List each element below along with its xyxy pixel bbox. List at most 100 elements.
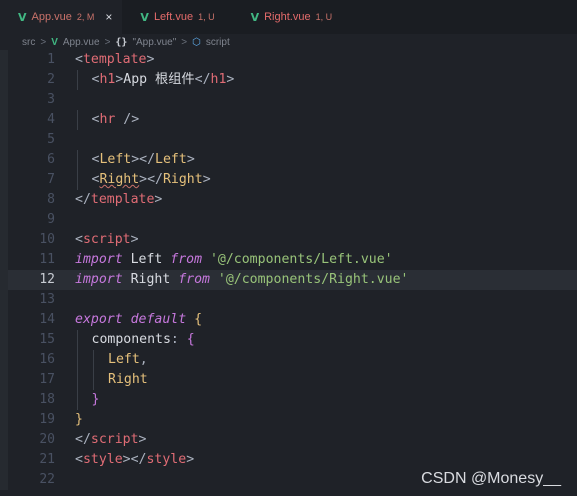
- code-line[interactable]: 16 Left,: [0, 350, 577, 370]
- chevron-right-icon: >: [181, 36, 188, 48]
- line-number: 6: [47, 152, 55, 167]
- code-line[interactable]: 9: [0, 210, 577, 230]
- code-text: import Left from '@/components/Left.vue': [75, 250, 393, 270]
- code-token: ></: [139, 172, 163, 187]
- code-token: script: [90, 432, 139, 447]
- code-token: style: [146, 452, 187, 467]
- line-number: 13: [39, 292, 55, 307]
- code-line[interactable]: 18}: [0, 390, 577, 410]
- code-token: }: [91, 392, 100, 407]
- indent-guide: [77, 70, 78, 90]
- line-number: 7: [47, 172, 55, 187]
- code-text: </script>: [75, 430, 146, 450]
- code-line[interactable]: 5: [0, 130, 577, 150]
- code-token: Left: [122, 252, 171, 267]
- code-line[interactable]: 13: [0, 290, 577, 310]
- code-line[interactable]: 6 <Left></Left>: [0, 150, 577, 170]
- code-token: template: [82, 52, 147, 67]
- code-token: <: [75, 52, 83, 67]
- line-number: 2: [47, 72, 55, 87]
- code-line[interactable]: 11 import Left from '@/components/Left.vu…: [0, 250, 577, 270]
- line-number: 20: [39, 432, 55, 447]
- code-line[interactable]: 15 components: {: [0, 330, 577, 350]
- code-token: <: [75, 232, 83, 247]
- vue-file-icon: V: [140, 10, 149, 24]
- code-line[interactable]: 12 import Right from '@/components/Right.…: [0, 270, 577, 290]
- code-token: <: [75, 452, 83, 467]
- code-line[interactable]: 4 <hr />: [0, 110, 577, 130]
- code-token: }: [75, 412, 83, 427]
- code-token: Left: [99, 152, 132, 167]
- code-line[interactable]: 19}: [0, 410, 577, 430]
- indent-guide: [77, 390, 78, 410]
- breadcrumb-section[interactable]: script: [206, 37, 230, 48]
- indent-guide: [77, 170, 78, 190]
- line-number: 10: [39, 232, 55, 247]
- watermark: CSDN @Monesy__: [421, 470, 561, 487]
- code-line[interactable]: 1 <template>: [0, 50, 577, 70]
- code-token: >: [138, 432, 147, 447]
- code-line[interactable]: 8 </template>: [0, 190, 577, 210]
- code-text: }: [75, 410, 83, 430]
- line-number: 15: [39, 332, 55, 347]
- code-token: App 根组件: [123, 72, 195, 87]
- object-icon: {}: [115, 36, 128, 48]
- breadcrumb-file[interactable]: App.vue: [63, 37, 100, 48]
- tab-status: 1, U: [198, 12, 215, 22]
- code-token: '@/components/Left.vue': [202, 252, 393, 267]
- tab-label: App.vue: [31, 11, 72, 23]
- line-number: 3: [47, 92, 55, 107]
- code-token: >: [202, 172, 211, 187]
- indent-guide: [77, 370, 78, 390]
- code-line[interactable]: 7 <Right></Right>: [0, 170, 577, 190]
- line-number: 11: [39, 252, 55, 267]
- line-number: 17: [39, 372, 55, 387]
- code-text: <h1>App 根组件</h1>: [92, 70, 235, 90]
- line-number: 14: [39, 312, 55, 327]
- line-number: 4: [47, 112, 55, 127]
- indent-guide: [93, 370, 94, 390]
- code-text: </template>: [75, 190, 162, 210]
- vue-file-icon: V: [51, 36, 58, 48]
- tab-status: 2, M: [76, 12, 95, 22]
- tab-app-vue[interactable]: V App.vue 2, M ×: [0, 0, 123, 34]
- code-token: </: [75, 192, 91, 207]
- code-text: components: {: [92, 330, 195, 350]
- code-line[interactable]: 14 export default {: [0, 310, 577, 330]
- line-number: 21: [39, 452, 55, 467]
- tab-left-vue[interactable]: V Left.vue 1, U: [122, 0, 225, 34]
- indent-guide: [77, 330, 78, 350]
- code-text: <template>: [75, 50, 154, 70]
- code-text: import Right from '@/components/Right.vu…: [75, 270, 408, 290]
- code-token: '@/components/Right.vue': [209, 272, 409, 287]
- close-icon[interactable]: ×: [105, 10, 112, 24]
- code-line[interactable]: 2 <h1>App 根组件</h1>: [0, 70, 577, 90]
- code-line[interactable]: 10 <script>: [0, 230, 577, 250]
- code-token: />: [115, 112, 140, 127]
- code-token: Right: [162, 172, 203, 187]
- code-token: template: [90, 192, 155, 207]
- line-number: 19: [39, 412, 55, 427]
- code-text: Left,: [108, 350, 148, 370]
- chevron-right-icon: >: [40, 36, 47, 48]
- breadcrumb-component[interactable]: "App.vue": [132, 37, 176, 48]
- code-line[interactable]: 17 Right: [0, 370, 577, 390]
- code-editor[interactable]: 1 <template> 2 <h1>App 根组件</h1> 3 4 <hr /> 5 6 <L…: [0, 50, 577, 490]
- code-text: <script>: [75, 230, 139, 250]
- code-token: >: [130, 232, 139, 247]
- code-token: >: [146, 52, 155, 67]
- line-number: 1: [47, 52, 55, 67]
- code-line[interactable]: 21 <style></style>: [0, 450, 577, 470]
- code-token: default: [130, 312, 187, 327]
- code-token: >: [226, 72, 235, 87]
- vue-file-icon: V: [250, 10, 260, 24]
- code-line[interactable]: 3: [0, 90, 577, 110]
- code-text: <Left></Left>: [92, 150, 195, 170]
- indent-guide: [77, 110, 78, 130]
- code-line[interactable]: 20 </script>: [0, 430, 577, 450]
- indent-guide: [77, 150, 78, 170]
- tab-right-vue[interactable]: V Right.vue 1, U: [224, 0, 343, 34]
- breadcrumb-folder[interactable]: src: [22, 37, 35, 48]
- breadcrumb: src > V App.vue > {} "App.vue" > ⬡ scrip…: [0, 34, 577, 50]
- code-token: {: [186, 332, 195, 347]
